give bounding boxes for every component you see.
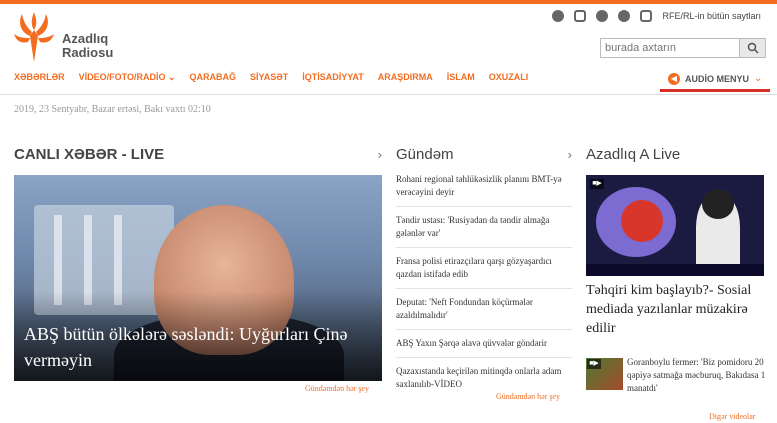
video-thumbnail[interactable]: ■▶: [586, 358, 623, 390]
logo-wordmark: Azadlıq Radiosu: [62, 32, 113, 60]
search-input[interactable]: [600, 38, 740, 58]
live-video-card[interactable]: ■▶: [586, 175, 764, 276]
instagram-icon[interactable]: [574, 10, 587, 22]
logo-line-1: Azadlıq: [62, 31, 109, 46]
logo-line-2: Radiosu: [62, 45, 114, 60]
nav-item-investigations[interactable]: ARAŞDIRMA: [378, 72, 433, 83]
nav-item-karabakh[interactable]: QARABAĞ: [190, 72, 237, 83]
azadliq-logo[interactable]: Azadlıq Radiosu: [14, 12, 124, 68]
rfe-sites-icon[interactable]: [640, 10, 653, 22]
chevron-down-icon: ⌄: [167, 72, 176, 82]
nav-item-economy[interactable]: İQTİSADİYYAT: [302, 72, 364, 83]
list-item[interactable]: Təndir ustası: 'Rusiyadan da təndir alma…: [396, 213, 572, 248]
nav-item-politics[interactable]: SİYASƏT: [250, 72, 288, 83]
video-story-title[interactable]: Goranboylu fermer: 'Biz pomidoru 20 qəpi…: [627, 356, 767, 395]
live-story-title[interactable]: Təhqiri kim başlayıb?- Sosial mediada ya…: [586, 281, 772, 338]
main-story-title[interactable]: ABŞ bütün ölkələrə səsləndi: Uyğurları Ç…: [24, 321, 374, 373]
audio-menu-button[interactable]: ◀ AUDİO MENYU ⌄: [660, 68, 770, 92]
video-camera-icon: ■▶: [587, 359, 601, 369]
audio-menu-label: AUDİO MENYU: [685, 73, 750, 84]
nav-item-islam[interactable]: İSLAM: [447, 72, 475, 83]
search-icon: [747, 42, 759, 54]
list-item[interactable]: Deputat: 'Neft Fondundan köçürmələr azal…: [396, 295, 572, 330]
speaker-icon: ◀: [668, 72, 680, 85]
more-agenda-link-2[interactable]: Gündəmdən hər şey: [496, 392, 560, 401]
social-links: RFE/RL-in bütün saytları: [552, 10, 761, 22]
main-story-card[interactable]: ABŞ bütün ölkələrə səsləndi: Uyğurları Ç…: [14, 175, 382, 381]
anchor-head: [702, 189, 734, 219]
chevron-right-icon: ›: [567, 146, 572, 162]
top-accent-bar: [0, 0, 777, 4]
agenda-header[interactable]: Gündəm ›: [396, 144, 572, 164]
live-news-title: CANLI XƏBƏR - LIVE: [14, 145, 165, 163]
ticker-band: [586, 264, 764, 276]
video-camera-icon: ■▶: [590, 179, 604, 189]
chevron-down-icon: ⌄: [754, 73, 763, 84]
agenda-title: Gündəm: [396, 145, 454, 163]
nav-item-video-label: VİDEO/FOTO/RADİO: [78, 72, 166, 82]
flame-logo-icon: [14, 12, 54, 62]
rfe-sites-link[interactable]: RFE/RL-in bütün saytları: [662, 11, 761, 21]
live-tv-header[interactable]: Azadlıq A Live: [586, 144, 764, 164]
list-item[interactable]: Rohani regional təhlükəsizlik planını BM…: [396, 172, 572, 207]
agenda-list: Rohani regional təhlükəsizlik planını BM…: [396, 172, 572, 404]
main-nav: XƏBƏRLƏR VİDEO/FOTO/RADİO ⌄ QARABAĞ SİYA…: [14, 72, 528, 83]
live-tv-title: Azadlıq A Live: [586, 145, 681, 163]
more-agenda-link[interactable]: Gündəmdən hər şey: [305, 384, 369, 393]
more-videos-link[interactable]: Digər videolar: [709, 412, 755, 421]
date-line: 2019, 23 Sentyabr, Bazar ertəsi, Bakı va…: [14, 104, 211, 115]
youtube-icon[interactable]: [618, 10, 631, 22]
list-item[interactable]: ABŞ Yaxın Şərqə əlavə qüvvələr göndərir: [396, 336, 572, 358]
nav-item-video[interactable]: VİDEO/FOTO/RADİO ⌄: [79, 72, 176, 83]
twitter-icon[interactable]: [596, 10, 609, 22]
chevron-right-icon: ›: [377, 146, 382, 162]
search-form: [600, 38, 766, 58]
live-news-header[interactable]: CANLI XƏBƏR - LIVE ›: [14, 144, 382, 164]
list-item[interactable]: Fransa polisi etirazçılara qarşı gözyaşa…: [396, 254, 572, 289]
studio-graphic: [621, 200, 663, 242]
nav-item-news[interactable]: XƏBƏRLƏR: [14, 72, 65, 83]
facebook-icon[interactable]: [552, 10, 565, 22]
header-divider: [0, 94, 777, 95]
nav-item-oxuzali[interactable]: OXUZALI: [489, 72, 529, 83]
search-button[interactable]: [740, 38, 766, 58]
